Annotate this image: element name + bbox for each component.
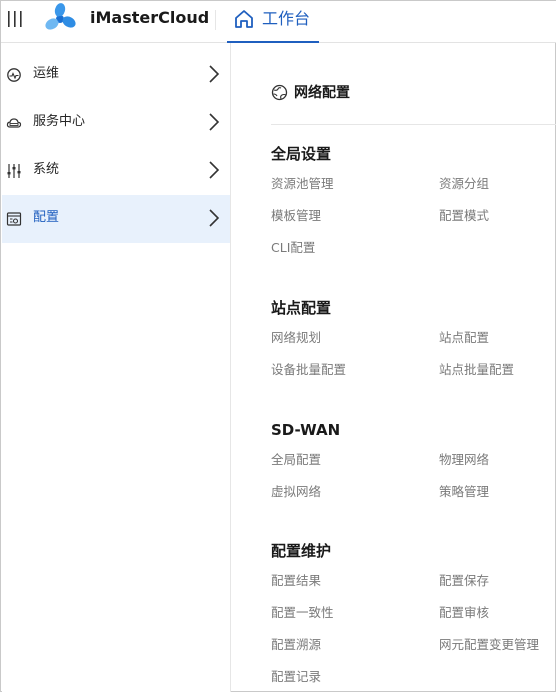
app-window: iMasterCloud 工作台 运维 服务中心 系统 配置 网络配置 全局设置…	[0, 0, 556, 692]
sidebar-item-service-center[interactable]: 服务中心	[2, 99, 230, 147]
link-cli-config[interactable]: CLI配置	[271, 240, 315, 256]
section-title-sdwan: SD-WAN	[271, 421, 341, 439]
sidebar-item-ops[interactable]: 运维	[2, 51, 230, 99]
brand-name: iMasterCloud	[90, 8, 210, 27]
sidebar-item-label: 配置	[33, 210, 60, 225]
divider	[271, 124, 556, 125]
link-device-batch-config[interactable]: 设备批量配置	[271, 362, 346, 378]
chevron-right-icon	[208, 64, 220, 84]
link-config-save[interactable]: 配置保存	[439, 573, 489, 589]
link-config-audit[interactable]: 配置审核	[439, 605, 489, 621]
link-template-manage[interactable]: 模板管理	[271, 208, 321, 224]
section-title-site: 站点配置	[271, 299, 332, 317]
chevron-right-icon	[208, 208, 220, 228]
link-site-batch-config[interactable]: 站点批量配置	[439, 362, 514, 378]
link-config-mode[interactable]: 配置模式	[439, 208, 489, 224]
link-physical-network[interactable]: 物理网络	[439, 452, 489, 468]
link-config-trace[interactable]: 配置溯源	[271, 637, 321, 653]
link-resource-group[interactable]: 资源分组	[439, 176, 489, 192]
sidebar-item-config[interactable]: 配置	[2, 195, 230, 243]
home-icon	[233, 8, 255, 30]
link-ne-config-change[interactable]: 网元配置变更管理	[439, 637, 539, 653]
cloud-icon	[6, 115, 22, 131]
config-icon	[6, 211, 22, 227]
link-config-consistency[interactable]: 配置一致性	[271, 605, 334, 621]
sidebar: 运维 服务中心 系统 配置	[2, 43, 231, 692]
link-network-plan[interactable]: 网络规划	[271, 330, 321, 346]
logo-icon	[43, 2, 77, 36]
globe-icon	[271, 84, 288, 101]
section-title-global: 全局设置	[271, 145, 332, 163]
link-site-config[interactable]: 站点配置	[439, 330, 489, 346]
section-title-maintenance: 配置维护	[271, 542, 332, 560]
link-virtual-network[interactable]: 虚拟网络	[271, 484, 321, 500]
menu-icon[interactable]	[6, 9, 26, 29]
link-config-result[interactable]: 配置结果	[271, 573, 321, 589]
top-header: iMasterCloud 工作台	[1, 1, 556, 43]
tab-workbench[interactable]: 工作台	[227, 1, 319, 43]
sliders-icon	[6, 163, 22, 179]
sidebar-item-system[interactable]: 系统	[2, 147, 230, 195]
link-config-record[interactable]: 配置记录	[271, 669, 321, 685]
sidebar-item-label: 系统	[33, 162, 60, 177]
sidebar-item-label: 运维	[33, 66, 60, 81]
config-panel: 网络配置 全局设置 资源池管理 资源分组 模板管理 配置模式 CLI配置 站点配…	[232, 43, 556, 692]
tab-label: 工作台	[262, 9, 311, 28]
chevron-right-icon	[208, 160, 220, 180]
monitor-icon	[6, 67, 22, 83]
link-policy-manage[interactable]: 策略管理	[439, 484, 489, 500]
page-title-text: 网络配置	[294, 85, 350, 101]
header-divider	[215, 10, 216, 30]
link-resource-pool[interactable]: 资源池管理	[271, 176, 334, 192]
sidebar-item-label: 服务中心	[33, 114, 86, 129]
link-global-config[interactable]: 全局配置	[271, 452, 321, 468]
chevron-right-icon	[208, 112, 220, 132]
